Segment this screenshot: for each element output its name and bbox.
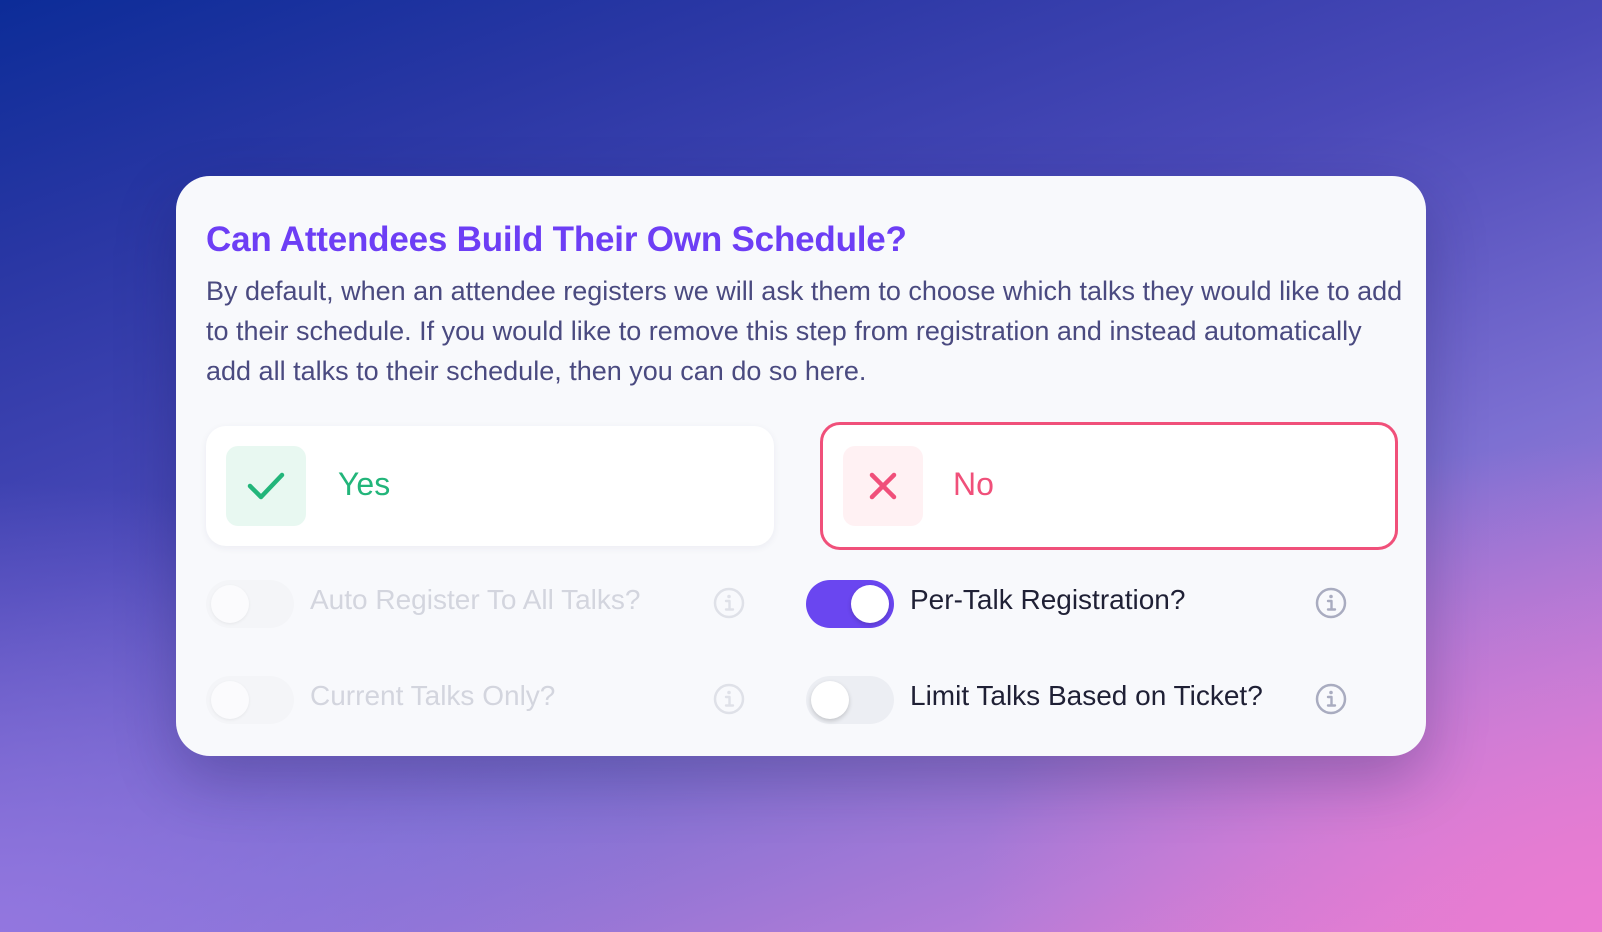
auto-register-toggle[interactable] — [206, 580, 294, 628]
limit-talks-label: Limit Talks Based on Ticket? — [910, 680, 1263, 711]
option-yes[interactable]: Yes — [206, 426, 774, 546]
per-talk-label: Per-Talk Registration? — [910, 584, 1186, 615]
info-icon[interactable] — [712, 586, 746, 620]
limit-talks-toggle[interactable] — [806, 676, 894, 724]
schedule-settings-card: Can Attendees Build Their Own Schedule? … — [176, 176, 1426, 756]
info-icon[interactable] — [712, 682, 746, 716]
toggle-knob — [211, 585, 249, 623]
per-talk-toggle[interactable] — [806, 580, 894, 628]
auto-register-label: Auto Register To All Talks? — [310, 584, 641, 615]
setting-current-talks: Current Talks Only? — [206, 674, 766, 724]
setting-auto-register: Auto Register To All Talks? — [206, 578, 766, 628]
toggle-knob — [211, 681, 249, 719]
toggle-knob — [851, 585, 889, 623]
check-icon — [226, 446, 306, 526]
setting-per-talk: Per-Talk Registration? — [806, 578, 1386, 628]
close-icon — [843, 446, 923, 526]
option-yes-label: Yes — [338, 466, 391, 502]
toggle-knob — [811, 681, 849, 719]
setting-limit-talks: Limit Talks Based on Ticket? — [806, 674, 1386, 724]
current-talks-label: Current Talks Only? — [310, 680, 556, 711]
info-icon[interactable] — [1314, 682, 1348, 716]
option-no-label: No — [953, 466, 994, 502]
card-title: Can Attendees Build Their Own Schedule? — [206, 220, 907, 259]
current-talks-toggle[interactable] — [206, 676, 294, 724]
info-icon[interactable] — [1314, 586, 1348, 620]
card-description: By default, when an attendee registers w… — [206, 276, 1403, 386]
option-no[interactable]: No — [820, 422, 1398, 550]
